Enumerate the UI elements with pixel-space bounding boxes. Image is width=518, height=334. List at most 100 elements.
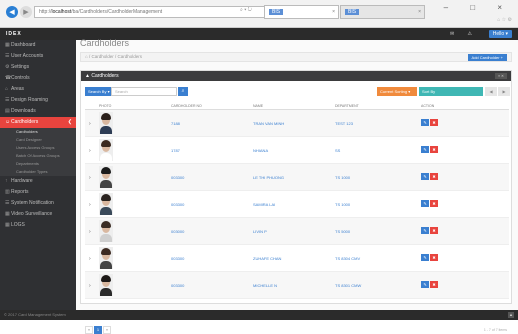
cardholder-no-cell[interactable]: 003300	[171, 175, 184, 180]
department-cell[interactable]: TS 1000	[335, 202, 350, 207]
sidebar-item[interactable]: ☺Cardholders ❮	[0, 117, 76, 128]
add-cardholder-button[interactable]: Add Cardholder +	[467, 54, 507, 61]
delete-icon[interactable]: ✖	[430, 281, 438, 288]
sidebar-item[interactable]: ☰ User Accounts	[0, 51, 76, 62]
search-icon[interactable]: ⌕	[178, 87, 188, 96]
forward-button[interactable]: ▶	[20, 6, 32, 18]
address-bar[interactable]: http://localhost/ba/Cardholders/Cardhold…	[34, 6, 274, 18]
table-row[interactable]: › 003300 ZUHAFE CHAN TS 8304 CMV ✎ ✖	[85, 245, 509, 272]
table-row[interactable]: › 7188 TRAN VAN MINH TEST 123 ✎ ✖	[85, 110, 509, 137]
pagination-page[interactable]: 1	[94, 326, 102, 334]
expand-row-icon[interactable]: ›	[89, 175, 91, 181]
name-cell[interactable]: ZUHAFE CHAN	[253, 256, 281, 261]
panel-tools-icon[interactable]: ≡ ✕	[495, 73, 507, 79]
sidebar-subitem[interactable]: Batch Of Access Groups	[0, 152, 76, 160]
cardholder-photo[interactable]	[99, 166, 113, 188]
cardholder-no-cell[interactable]: 7188	[171, 121, 180, 126]
delete-icon[interactable]: ✖	[430, 119, 438, 126]
name-cell[interactable]: TRAN VAN MINH	[253, 121, 284, 126]
sidebar-item[interactable]: ☎Controls	[0, 73, 76, 84]
address-bar-actions-icon[interactable]: ⌕ ▾ ↻	[240, 7, 252, 13]
name-cell[interactable]: SAMIRA LAI	[253, 202, 275, 207]
sidebar-item[interactable]: ☰ System Notification	[0, 198, 76, 209]
sidebar-subitem[interactable]: Users Access Groups	[0, 144, 76, 152]
cardholder-photo[interactable]	[99, 274, 113, 296]
delete-icon[interactable]: ✖	[430, 200, 438, 207]
sidebar-item[interactable]: ▦Dashboard	[0, 40, 76, 51]
breadcrumb-text[interactable]: ⌂ / Cardholder / Cardholders	[85, 54, 142, 59]
sidebar-item[interactable]: ⌂ Areas	[0, 84, 76, 95]
edit-icon[interactable]: ✎	[421, 254, 429, 261]
table-row[interactable]: › 003300 SAMIRA LAI TS 1000 ✎ ✖	[85, 191, 509, 218]
back-button[interactable]: ◀	[6, 6, 18, 18]
cardholder-no-cell[interactable]: 003300	[171, 202, 184, 207]
app-logo[interactable]: IDEX	[6, 31, 22, 37]
expand-row-icon[interactable]: ›	[89, 121, 91, 127]
sidebar-subitem[interactable]: Card Designer	[0, 136, 76, 144]
search-input[interactable]: Search	[111, 87, 177, 96]
sidebar-subitem[interactable]: Cardholders	[0, 128, 76, 136]
cardholder-no-cell[interactable]: 003300	[171, 256, 184, 261]
delete-icon[interactable]: ✖	[430, 254, 438, 261]
current-sorting-button[interactable]: Current Sorting ▾	[377, 87, 417, 96]
user-menu-button[interactable]: Hello ▾	[488, 30, 512, 38]
scroll-top-icon[interactable]: ▲	[508, 312, 514, 318]
sidebar-item[interactable]: ⚙ Settings	[0, 62, 76, 73]
sidebar-subitem[interactable]: Cardholder Types	[0, 168, 76, 176]
edit-icon[interactable]: ✎	[421, 200, 429, 207]
next-page-icon[interactable]: ▶	[498, 87, 510, 96]
pagination-first[interactable]: «	[85, 326, 93, 334]
sort-by-dropdown[interactable]: Sort By	[419, 87, 483, 96]
column-header-department[interactable]: DEPARTMENT	[335, 104, 359, 108]
sidebar-item[interactable]: ▦LOGS	[0, 220, 76, 231]
sidebar-item[interactable]: ↑ Hardware	[0, 176, 76, 187]
cardholder-photo[interactable]	[99, 247, 113, 269]
sidebar-item[interactable]: ☰ Design Roaming	[0, 95, 76, 106]
expand-row-icon[interactable]: ›	[89, 229, 91, 235]
browser-tab-1[interactable]: BIS ×	[264, 5, 339, 19]
department-cell[interactable]: TS 1000	[335, 175, 350, 180]
department-cell[interactable]: TS 8301 CMW	[335, 283, 361, 288]
name-cell[interactable]: LE THI PHUONG	[253, 175, 284, 180]
cardholder-photo[interactable]	[99, 112, 113, 134]
close-tab-icon[interactable]: ×	[418, 9, 421, 15]
table-row[interactable]: › 1787 NHIANA SS ✎ ✖	[85, 137, 509, 164]
header-notification-icons[interactable]: ✉ ⚠	[450, 31, 478, 37]
delete-icon[interactable]: ✖	[430, 146, 438, 153]
sidebar-item[interactable]: ▥Reports	[0, 187, 76, 198]
sidebar-item[interactable]: ▤Downloads	[0, 106, 76, 117]
department-cell[interactable]: TEST 123	[335, 121, 353, 126]
expand-row-icon[interactable]: ›	[89, 256, 91, 262]
column-header-cardholder-no[interactable]: CARDHOLDER NO	[171, 104, 202, 108]
table-row[interactable]: › 003000 LIVIN P TS 5000 ✎ ✖	[85, 218, 509, 245]
expand-row-icon[interactable]: ›	[89, 283, 91, 289]
sidebar-subitem[interactable]: Departments	[0, 160, 76, 168]
department-cell[interactable]: TS 5000	[335, 229, 350, 234]
cardholder-no-cell[interactable]: 1787	[171, 148, 180, 153]
prev-page-icon[interactable]: ◀	[485, 87, 497, 96]
window-controls[interactable]: – □ ×	[444, 3, 512, 12]
cardholder-no-cell[interactable]: 003000	[171, 229, 184, 234]
edit-icon[interactable]: ✎	[421, 119, 429, 126]
delete-icon[interactable]: ✖	[430, 227, 438, 234]
column-header-photo[interactable]: PHOTO	[99, 104, 111, 108]
table-row[interactable]: › 003300 LE THI PHUONG TS 1000 ✎ ✖	[85, 164, 509, 191]
close-tab-icon[interactable]: ×	[332, 9, 335, 15]
expand-row-icon[interactable]: ›	[89, 148, 91, 154]
pagination-last[interactable]: »	[103, 326, 111, 334]
cardholder-photo[interactable]	[99, 139, 113, 161]
search-by-select[interactable]: Search By ▾	[85, 87, 111, 96]
column-header-name[interactable]: NAME	[253, 104, 263, 108]
name-cell[interactable]: MICHELLE N	[253, 283, 277, 288]
cardholder-photo[interactable]	[99, 193, 113, 215]
delete-icon[interactable]: ✖	[430, 173, 438, 180]
cardholder-no-cell[interactable]: 003300	[171, 283, 184, 288]
department-cell[interactable]: SS	[335, 148, 340, 153]
cardholder-photo[interactable]	[99, 220, 113, 242]
sidebar-item[interactable]: ▦Video Surveillance	[0, 209, 76, 220]
browser-tab-2[interactable]: BIS ×	[340, 5, 425, 19]
table-row[interactable]: › 003300 MICHELLE N TS 8301 CMW ✎ ✖	[85, 272, 509, 299]
department-cell[interactable]: TS 8304 CMV	[335, 256, 360, 261]
edit-icon[interactable]: ✎	[421, 281, 429, 288]
edit-icon[interactable]: ✎	[421, 146, 429, 153]
